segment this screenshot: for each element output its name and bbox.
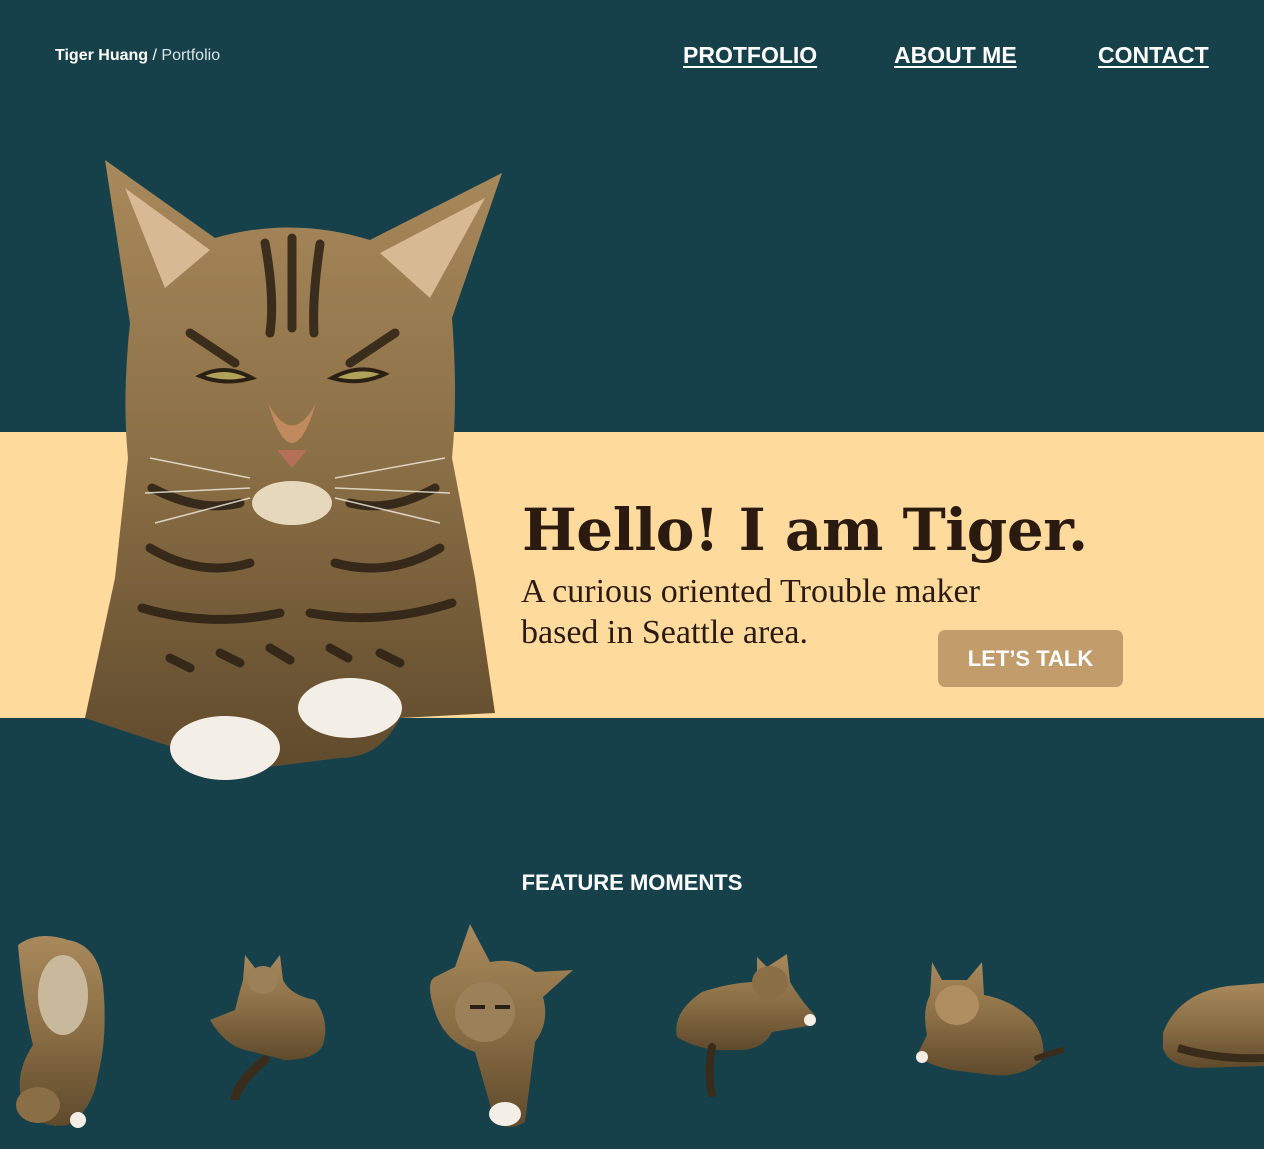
hero-cat-image [85,160,502,780]
feature-moment-6[interactable] [1158,978,1264,1070]
nav-link-about-me[interactable]: ABOUT ME [894,42,1017,69]
hero-headline: Hello! I am Tiger. [522,496,1088,564]
nav-link-contact[interactable]: CONTACT [1098,42,1209,69]
lets-talk-button[interactable]: LET’S TALK [938,630,1123,687]
feature-moment-3[interactable] [425,922,575,1132]
nav-link-portfolio[interactable]: PROTFOLIO [683,42,817,69]
feature-moment-2[interactable] [205,950,330,1100]
feature-moments-title: FEATURE MOMENTS [521,870,743,895]
brand-name: Tiger Huang [55,47,149,64]
brand-breadcrumb[interactable]: Tiger Huang / Portfolio [55,47,220,65]
brand-separator: / [148,47,162,64]
feature-moment-5[interactable] [912,960,1064,1080]
feature-moment-4[interactable] [672,952,820,1097]
brand-subtitle: Portfolio [161,47,221,64]
feature-moment-1[interactable] [8,925,108,1130]
